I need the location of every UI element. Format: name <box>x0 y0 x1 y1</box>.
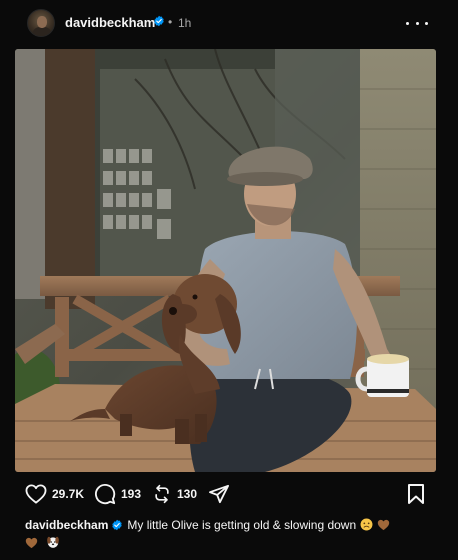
post-caption: davidbeckham My little Olive is getting o… <box>25 516 435 552</box>
header-separator: • <box>168 15 173 29</box>
post-time[interactable]: 1h <box>178 16 191 30</box>
post-actions: 29.7K 193 130 <box>0 480 458 508</box>
more-options-button[interactable] <box>406 14 428 32</box>
like-count: 29.7K <box>52 487 85 501</box>
verified-badge-icon <box>154 15 164 27</box>
dog-emoji-icon <box>47 536 59 548</box>
repost-icon <box>155 484 169 504</box>
post-card: davidbeckham • 1h 29.7K 193 130 davidbec… <box>0 0 458 560</box>
caption-text: My little Olive is getting old & slowing… <box>127 518 357 532</box>
share-button[interactable] <box>208 480 230 508</box>
post-photo[interactable] <box>15 49 436 472</box>
caption-username[interactable]: davidbeckham <box>25 518 108 532</box>
verified-badge-icon <box>112 519 123 531</box>
bookmark-icon <box>408 484 424 504</box>
author-username[interactable]: davidbeckham <box>65 15 155 30</box>
author-avatar[interactable] <box>27 9 55 37</box>
post-photo-image <box>15 49 436 472</box>
brown-heart-emoji-icon <box>377 519 390 531</box>
comment-button[interactable]: 193 <box>94 480 141 508</box>
repost-button[interactable]: 130 <box>152 480 197 508</box>
comment-count: 193 <box>121 487 142 501</box>
brown-heart-emoji-icon <box>25 537 38 549</box>
heart-icon <box>25 484 47 504</box>
send-icon <box>209 484 229 504</box>
comment-icon <box>95 483 116 505</box>
like-button[interactable]: 29.7K <box>25 480 84 508</box>
save-button[interactable] <box>406 480 426 508</box>
more-dot-icon <box>406 21 409 25</box>
repost-count: 130 <box>177 487 198 501</box>
post-header: davidbeckham • 1h <box>0 0 458 48</box>
sad-face-emoji-icon <box>360 518 373 531</box>
